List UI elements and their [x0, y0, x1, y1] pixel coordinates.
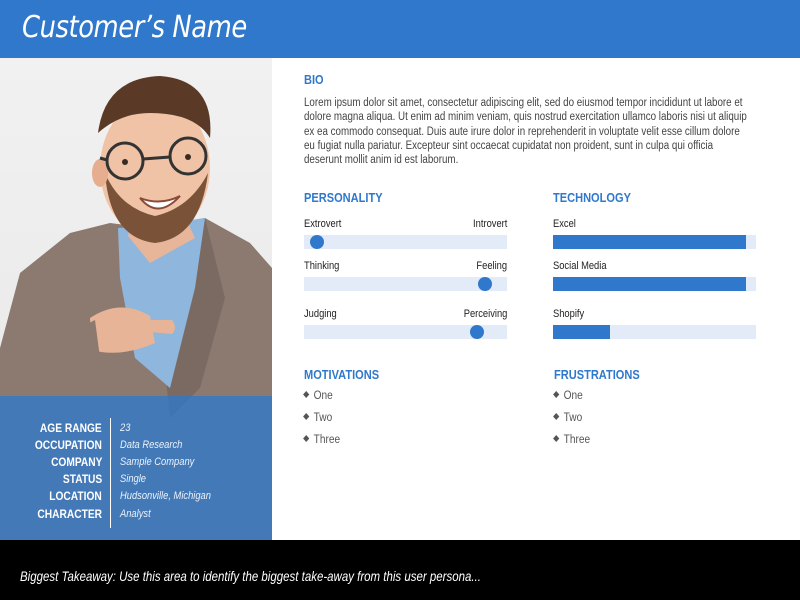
trait-right-label: Perceiving — [463, 308, 507, 320]
motivation-item: One — [303, 390, 333, 402]
motivation-text: Three — [313, 434, 341, 446]
profile-key: LOCATION — [49, 489, 102, 503]
trait-slider-knob[interactable] — [477, 277, 492, 291]
bio-title: BIO — [304, 72, 324, 87]
frustration-text: Three — [563, 434, 591, 446]
profile-value: Sample Company — [120, 456, 195, 468]
takeaway-text: Biggest Takeaway: Use this area to ident… — [20, 568, 481, 584]
profile-key: OCCUPATION — [34, 438, 102, 452]
profile-key: STATUS — [62, 472, 102, 486]
bullet-icon — [553, 413, 560, 421]
bullet-icon — [303, 435, 310, 443]
trait-left-label: Judging — [304, 308, 337, 320]
bullet-icon — [553, 391, 560, 399]
profile-key: AGE RANGE — [40, 421, 102, 435]
frustrations-title: FRUSTRATIONS — [554, 367, 640, 382]
profile-value: Hudsonville, Michigan — [120, 490, 211, 502]
trait-slider[interactable] — [304, 277, 507, 291]
tech-bar — [553, 325, 756, 339]
trait-slider-knob[interactable] — [470, 325, 485, 339]
frustration-item: Two — [553, 412, 583, 424]
motivation-text: One — [313, 390, 333, 402]
header-bar: Customer’s Name — [0, 0, 800, 58]
motivation-item: Two — [303, 412, 333, 424]
bullet-icon — [553, 435, 560, 443]
trait-slider[interactable] — [304, 325, 507, 339]
profile-value: Analyst — [120, 508, 151, 520]
trait-right-label: Feeling — [476, 260, 507, 272]
trait-slider-knob[interactable] — [309, 235, 324, 249]
frustration-text: One — [563, 390, 583, 402]
tech-bar — [553, 235, 756, 249]
frustration-text: Two — [563, 412, 583, 424]
motivation-text: Two — [313, 412, 333, 424]
profile-key: CHARACTER — [37, 507, 102, 521]
trait-right-label: Introvert — [472, 218, 507, 230]
motivations-title: MOTIVATIONS — [304, 367, 380, 382]
frustration-item: Three — [553, 434, 591, 446]
tech-label: Shopify — [553, 308, 585, 320]
profile-row-age: AGE RANGE 23 — [0, 421, 272, 438]
profile-row-character: CHARACTER Analyst — [0, 507, 272, 524]
frustration-item: One — [553, 390, 583, 402]
tech-bar — [553, 277, 756, 291]
profile-row-location: LOCATION Hudsonville, Michigan — [0, 489, 272, 506]
trait-slider[interactable] — [304, 235, 507, 249]
trait-left-label: Extrovert — [304, 218, 342, 230]
tech-bar-fill — [553, 235, 746, 249]
profile-value: Single — [120, 473, 146, 485]
personality-title: PERSONALITY — [304, 190, 383, 205]
profile-row-status: STATUS Single — [0, 472, 272, 489]
technology-title: TECHNOLOGY — [553, 190, 631, 205]
bullet-icon — [303, 413, 310, 421]
bullet-icon — [303, 391, 310, 399]
profile-row-company: COMPANY Sample Company — [0, 455, 272, 472]
page-title: Customer’s Name — [22, 10, 247, 45]
profile-key: COMPANY — [50, 455, 102, 469]
profile-value: Data Research — [120, 439, 183, 451]
footer-bar: Biggest Takeaway: Use this area to ident… — [0, 540, 800, 600]
motivation-item: Three — [303, 434, 341, 446]
bio-text: Lorem ipsum dolor sit amet, consectetur … — [304, 97, 747, 167]
tech-bar-fill — [553, 277, 746, 291]
tech-label: Social Media — [553, 260, 607, 272]
tech-label: Excel — [553, 218, 576, 230]
profile-value: 23 — [120, 422, 131, 434]
tech-bar-fill — [553, 325, 610, 339]
trait-left-label: Thinking — [304, 260, 340, 272]
profile-row-occupation: OCCUPATION Data Research — [0, 438, 272, 455]
